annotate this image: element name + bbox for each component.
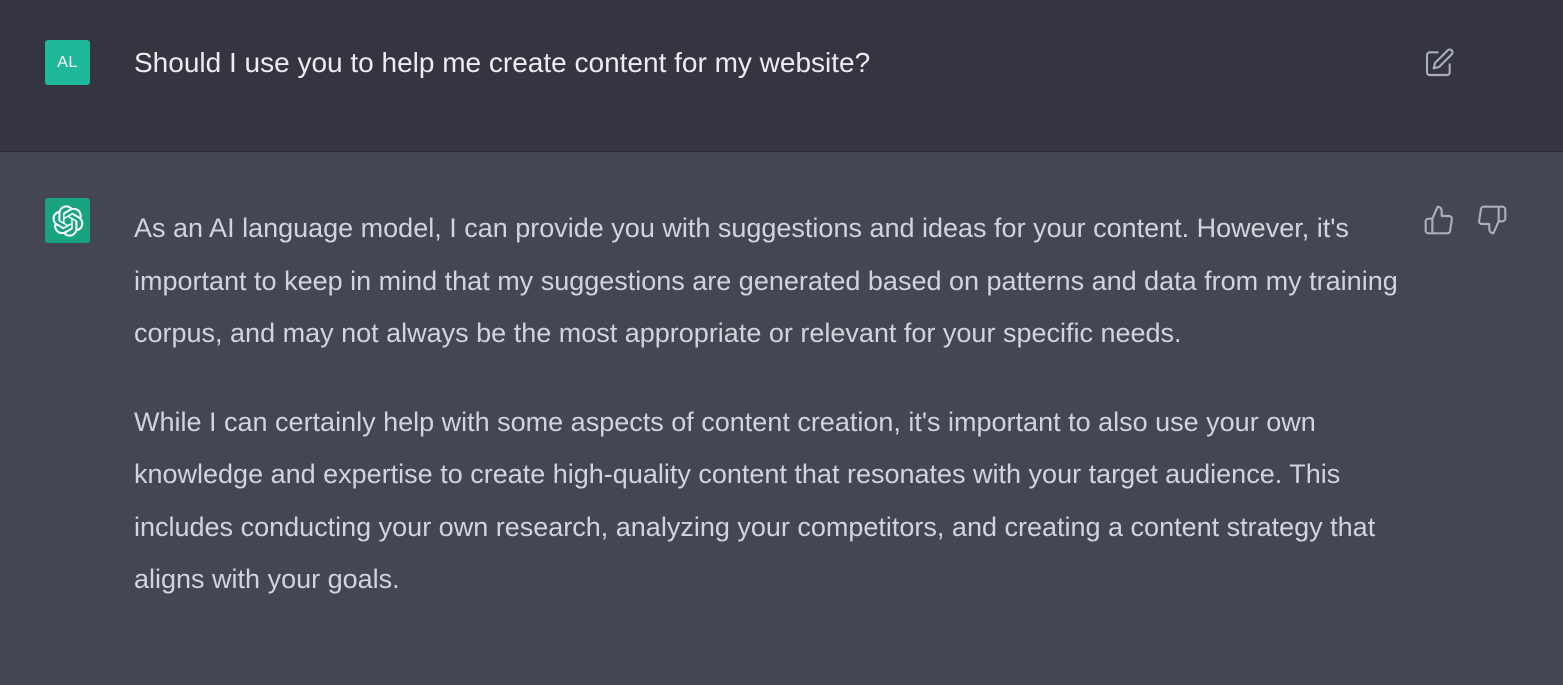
edit-icon [1425, 48, 1454, 77]
user-message-row: AL Should I use you to help me create co… [0, 0, 1563, 152]
edit-message-button[interactable] [1420, 44, 1458, 82]
openai-logo-icon [52, 204, 83, 237]
assistant-message-text: As an AI language model, I can provide y… [134, 202, 1399, 642]
assistant-message-row: As an AI language model, I can provide y… [0, 152, 1563, 685]
thumbs-up-icon [1424, 205, 1453, 235]
assistant-paragraph-1: As an AI language model, I can provide y… [134, 213, 1398, 348]
user-avatar: AL [45, 40, 90, 85]
thumbs-down-button[interactable] [1474, 202, 1510, 238]
assistant-paragraph-2: While I can certainly help with some asp… [134, 406, 1376, 595]
assistant-avatar [45, 198, 90, 243]
thumbs-down-icon [1478, 205, 1507, 235]
user-message-text: Should I use you to help me create conte… [134, 47, 871, 78]
thumbs-up-button[interactable] [1421, 202, 1457, 238]
user-avatar-initials: AL [57, 53, 78, 71]
